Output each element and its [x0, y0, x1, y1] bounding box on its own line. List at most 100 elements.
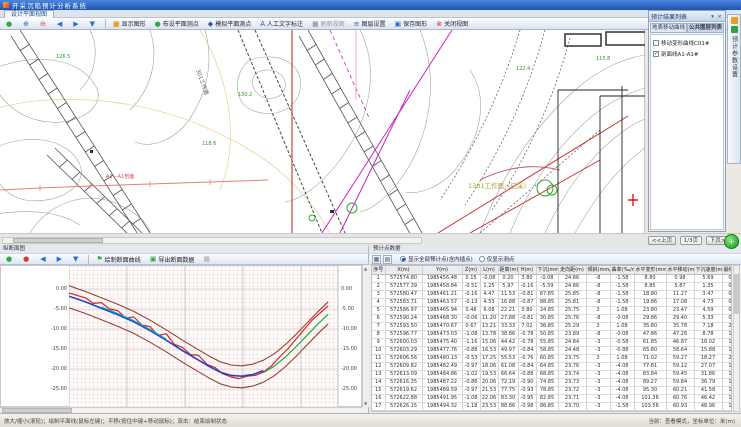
- column-header[interactable]: 曲率(‰/m): [610, 266, 634, 274]
- table-row[interactable]: 14572616.351985487.22-0.8620.0672.19-0.9…: [372, 378, 732, 386]
- tab-surface-curves[interactable]: 地表移动曲线: [650, 23, 687, 33]
- table-row[interactable]: 3572580.471985461.21-0.164.4711.53-0.818…: [372, 290, 732, 298]
- column-header[interactable]: 距离(m): [498, 266, 518, 274]
- show-drawing-button[interactable]: ■显示图形: [109, 19, 150, 29]
- table-row[interactable]: 4572583.711985463.57-0.134.5316.88-0.878…: [372, 298, 732, 306]
- profile-pan-left-button[interactable]: ◀: [36, 254, 51, 264]
- column-header[interactable]: L(m): [480, 266, 498, 274]
- column-header[interactable]: 水平变形(mm/m): [634, 266, 666, 274]
- map-hscroll-thumb[interactable]: [13, 238, 103, 243]
- table-cell: 29.40: [666, 314, 694, 322]
- prediction-table[interactable]: 序号X(m)Y(m)Z(m)L(m)距离(m)H(m)下沉(mm)走向距(m)倾…: [371, 265, 732, 412]
- table-cell: 21.53: [480, 386, 498, 394]
- table-row[interactable]: 9572600.031985475.40-1.1615.0644.42-0.78…: [372, 338, 732, 346]
- table-cell: 1985482.49: [422, 362, 462, 370]
- text-annotate-button[interactable]: A人工文字标注: [256, 19, 307, 29]
- column-header[interactable]: H(m): [518, 266, 536, 274]
- section-polyline[interactable]: [0, 179, 268, 191]
- plan-map-canvas[interactable]: 126.5 130.2 118.6 122.4 115.8 1301工作面（已采…: [0, 30, 645, 233]
- table-cell: 572580.47: [385, 290, 422, 298]
- close-icon[interactable]: ×: [716, 13, 723, 20]
- select-columns-button[interactable]: ▦: [372, 255, 381, 264]
- table-cell: 1985463.57: [422, 298, 462, 306]
- layer-settings-button[interactable]: ≡图层设置: [350, 19, 390, 29]
- table-cell: 0.67: [462, 322, 480, 330]
- table-cell: 68.85: [536, 370, 558, 378]
- table-row[interactable]: 13572613.091985484.86-1.0219.5366.64-0.8…: [372, 370, 732, 378]
- table-cell: -0.93: [518, 386, 536, 394]
- column-header[interactable]: 倾斜(mm/m): [586, 266, 610, 274]
- table-row[interactable]: 5572586.971985465.940.486.0822.210.8024.…: [372, 306, 732, 314]
- scroll-up-icon[interactable]: ▲: [364, 266, 367, 271]
- profile-pan-down-button[interactable]: ▼: [69, 254, 84, 264]
- close-view-button[interactable]: ⊗关闭视图: [432, 19, 472, 29]
- pin-icon[interactable]: ▾: [709, 13, 716, 20]
- table-row[interactable]: 7572593.501985470.670.6713.2133.337.0236…: [372, 322, 732, 330]
- radio-show-all[interactable]: [400, 256, 406, 262]
- column-header[interactable]: 下沉(mm): [536, 266, 558, 274]
- y-axis-right: 0.00-5.00-10.00-15.00-20.00-25.00: [341, 266, 361, 408]
- draw-section-button[interactable]: ⚑绘制断面曲线: [92, 254, 144, 264]
- prev-page-button[interactable]: <<上页: [648, 236, 676, 245]
- table-vscroll-thumb[interactable]: [734, 274, 739, 314]
- table-cell: 5: [372, 306, 385, 314]
- table-row[interactable]: 10572603.291985477.76-0.8816.5349.97-0.8…: [372, 346, 732, 354]
- simulate-points-button[interactable]: ◆模拟平面测点: [204, 19, 255, 29]
- table-cell: 29.86: [634, 314, 666, 322]
- column-header[interactable]: 最终下沉(m): [722, 266, 732, 274]
- table-row[interactable]: 16572622.881985491.95-1.0822.0683.30-0.9…: [372, 394, 732, 402]
- chart-plot-area[interactable]: [69, 266, 339, 408]
- scroll-down-icon[interactable]: ▼: [364, 401, 367, 406]
- table-cell: -4.08: [610, 378, 634, 386]
- table-cell: 1.35: [694, 282, 722, 290]
- pan-down-button[interactable]: ▼: [86, 19, 101, 29]
- table-cell: -0.98: [518, 402, 536, 410]
- table-row[interactable]: 17572626.151985494.32-1.1823.5388.86-0.9…: [372, 402, 732, 410]
- profile-pan-right-button[interactable]: ▶: [53, 254, 68, 264]
- table-cell: 60.76: [666, 394, 694, 402]
- column-header[interactable]: 走向距(m): [558, 266, 586, 274]
- column-header[interactable]: Z(m): [462, 266, 480, 274]
- export-table-button[interactable]: ▤: [383, 255, 392, 264]
- simulate-points-icon: ◆: [208, 19, 213, 29]
- table-row[interactable]: 12572609.821985482.49-0.9718.0661.08-0.8…: [372, 362, 732, 370]
- table-vertical-scrollbar[interactable]: [733, 265, 740, 412]
- table-row[interactable]: 8572596.771985473.03-1.0813.7838.86-0.78…: [372, 330, 732, 338]
- grid-toggle-button[interactable]: ▦: [199, 254, 216, 264]
- refresh-view-button[interactable]: ■刷新视图: [308, 19, 349, 29]
- column-header[interactable]: 水平移动(mm): [666, 266, 694, 274]
- layout-points-button[interactable]: ●布设平面测点: [151, 19, 203, 29]
- profile-zoom-fit-button[interactable]: ●: [2, 254, 18, 264]
- column-header[interactable]: 下沉速度(mm): [694, 266, 722, 274]
- table-cell: 46.42: [694, 394, 722, 402]
- table-row[interactable]: 11572606.561985480.13-0.5317.2555.53-0.7…: [372, 354, 732, 362]
- radio-show-points[interactable]: [479, 256, 485, 262]
- table-row[interactable]: 6572590.241985468.30-0.0611.2027.88-0.81…: [372, 314, 732, 322]
- pan-right-button[interactable]: ▶: [69, 19, 84, 29]
- quick-locate-button[interactable]: +: [724, 234, 739, 249]
- table-row[interactable]: 2572577.391985458.84-0.511.255.97-0.16-5…: [372, 282, 732, 290]
- profile-vertical-scrollbar[interactable]: ▲ ▼: [362, 265, 369, 407]
- profile-chart[interactable]: 0.00-5.00-10.00-15.00-20.00-25.00 0.00-5…: [0, 265, 362, 407]
- tab-plan-view[interactable]: 设计平面视图: [4, 10, 54, 18]
- tab-common-layers[interactable]: 公共图层列表: [687, 23, 724, 33]
- profile-zoom-out-button[interactable]: ●: [19, 254, 35, 264]
- export-section-button[interactable]: ▣导出断面数据: [146, 254, 199, 264]
- column-header[interactable]: Y(m): [422, 266, 462, 274]
- view-tab-row: 设计平面视图: [0, 10, 741, 18]
- column-header[interactable]: X(m): [385, 266, 422, 274]
- side-tab-strip[interactable]: 预计参数设置: [727, 14, 741, 164]
- zoom-fit-button[interactable]: ●: [2, 19, 18, 29]
- checkbox-checked[interactable]: [653, 51, 659, 57]
- table-row[interactable]: 1572574.801985456.480.15-0.080.203.80-0.…: [372, 274, 732, 282]
- map-horizontal-scrollbar[interactable]: [2, 237, 422, 244]
- save-drawing-button[interactable]: ▣保存图形: [391, 19, 432, 29]
- list-item[interactable]: 移动变形曲线C01#: [653, 37, 721, 48]
- column-header[interactable]: 序号: [372, 266, 385, 274]
- pan-left-button[interactable]: ◀: [53, 19, 68, 29]
- list-item[interactable]: 剖面线A1-A1#: [653, 48, 721, 59]
- checkbox-unchecked[interactable]: [653, 40, 659, 46]
- zoom-in-button[interactable]: ⊕: [19, 19, 35, 29]
- zoom-out-button[interactable]: ⊖: [36, 19, 52, 29]
- table-row[interactable]: 15572619.621985489.59-0.9721.5377.75-0.9…: [372, 386, 732, 394]
